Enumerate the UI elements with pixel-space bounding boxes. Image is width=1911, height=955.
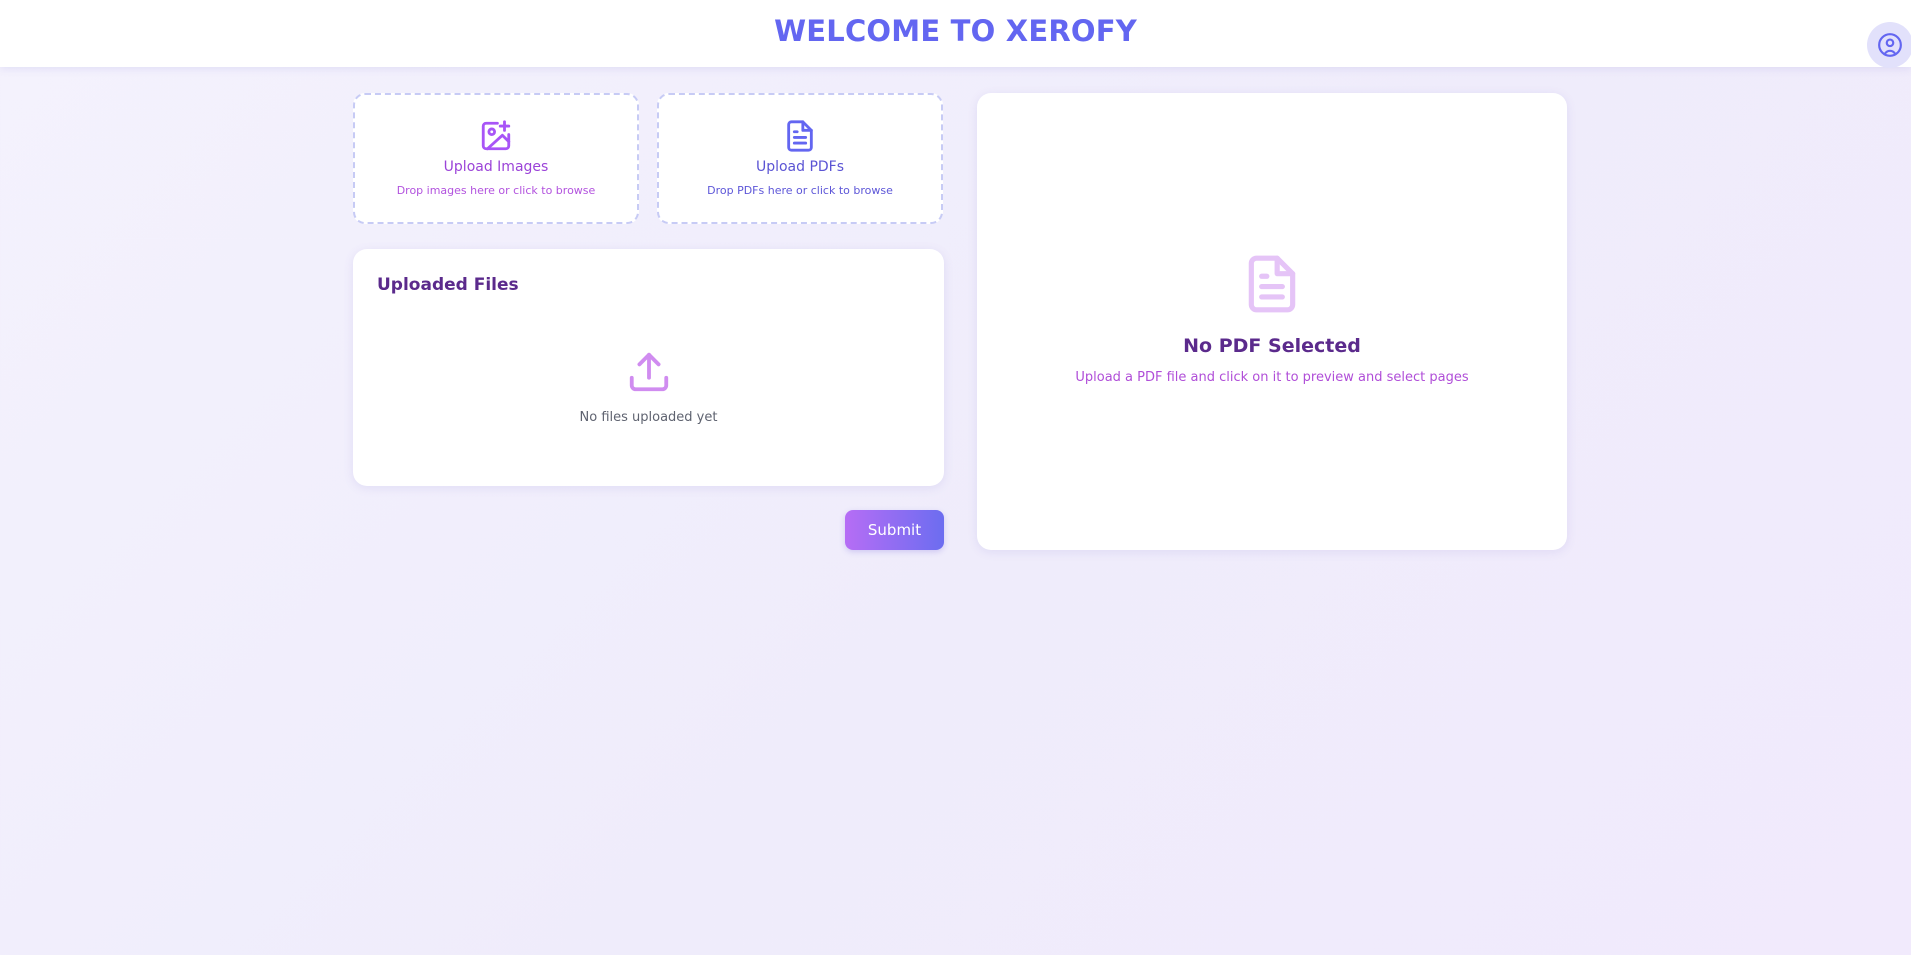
file-text-icon	[787, 120, 813, 152]
upload-icon	[629, 352, 668, 392]
upload-pdfs-subtitle: Drop PDFs here or click to browse	[707, 184, 893, 197]
upload-pdfs-title: Upload PDFs	[755, 159, 845, 175]
upload-pdfs-dropzone[interactable]: Upload PDFs Drop PDFs here or click to b…	[657, 93, 943, 224]
empty-files-text: No files uploaded yet	[579, 410, 718, 425]
upload-images-title: Upload Images	[443, 159, 549, 175]
preview-icon-wrap	[977, 253, 1567, 315]
upload-images-subtitle: Drop images here or click to browse	[396, 184, 596, 197]
uploaded-files-card: Uploaded Files No files uploaded yet	[353, 249, 944, 486]
dropzone-icon-wrap	[659, 119, 941, 153]
submit-button[interactable]: Submit	[845, 510, 944, 550]
empty-icon-wrap	[353, 349, 944, 395]
upload-images-dropzone[interactable]: Upload Images Drop images here or click …	[353, 93, 639, 224]
profile-button[interactable]	[1867, 22, 1911, 68]
top-header: WELCOME TO XEROFY	[0, 0, 1911, 68]
no-pdf-subtitle: Upload a PDF file and click on it to pre…	[1075, 370, 1469, 385]
app-title: WELCOME TO XEROFY	[774, 14, 1137, 48]
uploaded-files-title: Uploaded Files	[377, 275, 519, 295]
image-plus-icon	[481, 120, 511, 151]
dropzone-icon-wrap	[355, 119, 637, 153]
no-pdf-title: No PDF Selected	[1183, 335, 1361, 357]
pdf-preview-panel: No PDF Selected Upload a PDF file and cl…	[977, 93, 1567, 550]
file-text-icon	[1248, 255, 1296, 313]
user-circle-icon	[1878, 33, 1902, 57]
